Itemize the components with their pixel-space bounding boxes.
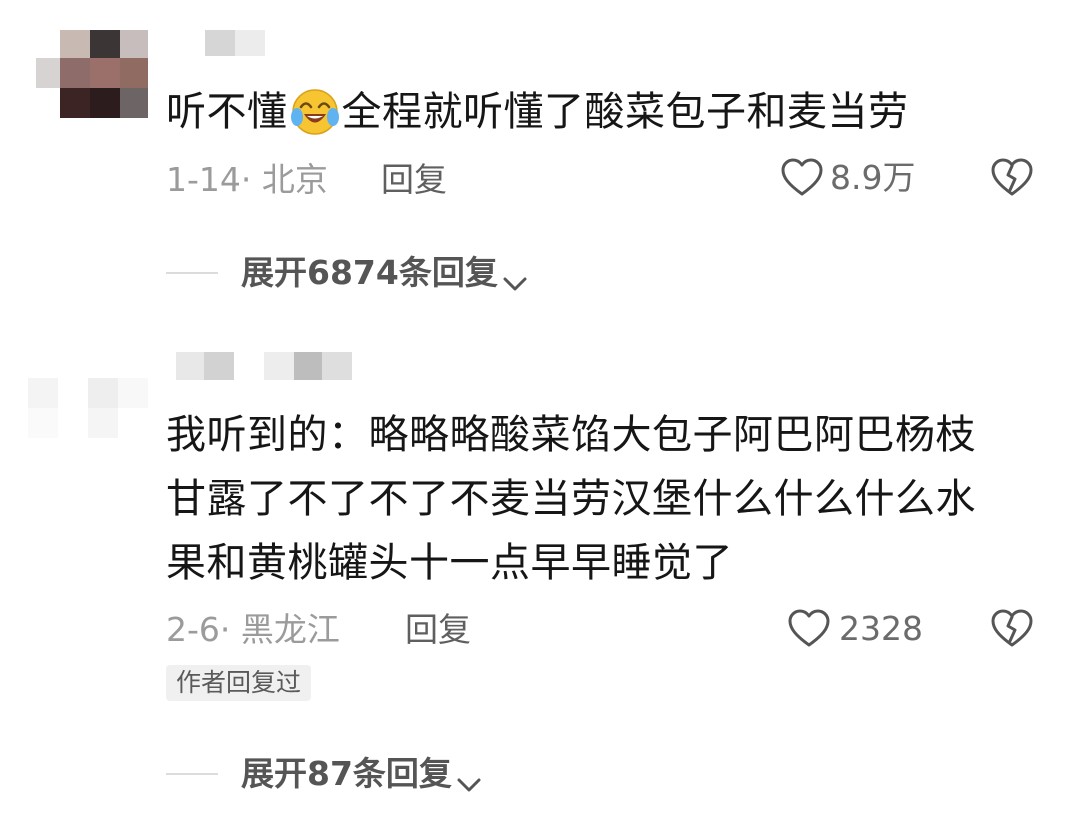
like-button[interactable]: 2328 [787, 609, 923, 649]
crying-laughing-emoji-icon [290, 87, 340, 137]
comment-text: 听不懂 全程就听懂了酸菜包子和麦当劳 [166, 87, 909, 137]
avatar[interactable] [36, 30, 148, 118]
dislike-button[interactable] [990, 609, 1034, 649]
broken-heart-icon [990, 158, 1034, 202]
chevron-down-icon [502, 263, 528, 291]
username[interactable] [176, 352, 352, 380]
comment-line: 甘露了不了不了不麦当劳汉堡什么什么什么水 [166, 476, 976, 522]
reply-button[interactable]: 回复 [405, 610, 471, 650]
heart-icon [787, 609, 831, 649]
like-button[interactable]: 8.9万 [780, 158, 915, 198]
comment-line: 果和黄桃罐头十一点早早睡觉了 [166, 540, 733, 586]
comment-meta: 2-6· 黑龙江 [166, 610, 340, 649]
expand-divider [166, 773, 218, 775]
broken-heart-icon [990, 609, 1034, 653]
expand-replies-button[interactable]: 展开87条回复 [241, 754, 482, 794]
like-count: 2328 [839, 609, 923, 648]
expand-replies-button[interactable]: 展开6874条回复 [241, 253, 528, 293]
heart-icon [780, 158, 824, 198]
username[interactable] [205, 30, 265, 56]
author-replied-badge: 作者回复过 [166, 665, 312, 701]
expand-divider [166, 272, 218, 274]
comment-text: 我听到的：略略略酸菜馅大包子阿巴阿巴杨枝 甘露了不了不了不麦当劳汉堡什么什么什么… [166, 403, 976, 595]
comment-meta: 1-14· 北京 [166, 160, 328, 199]
chevron-down-icon [456, 764, 482, 792]
comment-date: 1-14 [166, 160, 241, 199]
comment-date: 2-6 [166, 610, 220, 649]
comment-line: 我听到的：略略略酸菜馅大包子阿巴阿巴杨枝 [166, 412, 976, 458]
like-count: 8.9万 [830, 158, 916, 197]
comment-location: 北京 [261, 160, 328, 199]
comment-location: 黑龙江 [240, 610, 340, 649]
reply-button[interactable]: 回复 [381, 160, 447, 200]
dislike-button[interactable] [990, 158, 1034, 198]
avatar[interactable] [28, 378, 148, 440]
